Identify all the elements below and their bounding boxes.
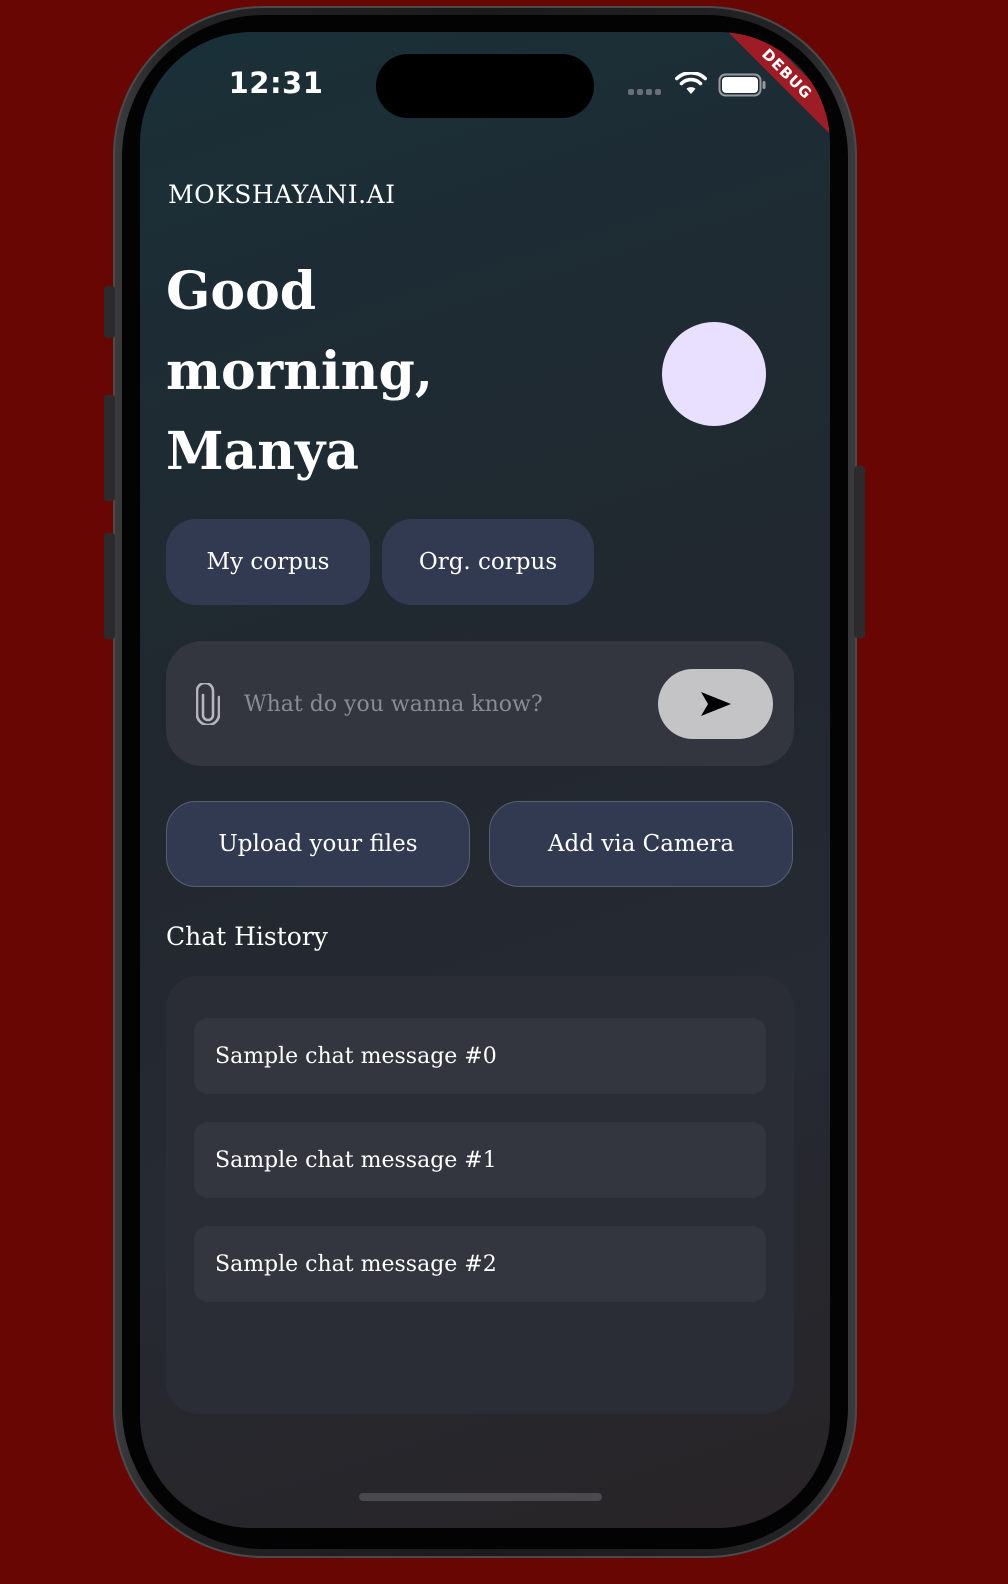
chat-history-title: Chat History <box>166 922 328 951</box>
greeting-line: morning, <box>166 341 433 402</box>
signal-icon <box>628 89 661 95</box>
volume-down-button <box>104 533 115 639</box>
greeting-heading: Good morning, Manya <box>166 252 566 492</box>
volume-up-button <box>104 395 115 501</box>
wifi-icon <box>675 72 707 94</box>
chat-history-item[interactable]: Sample chat message #0 <box>194 1018 766 1094</box>
greeting-line: Good <box>166 261 317 322</box>
app-brand: MOKSHAYANI.AI <box>168 180 396 209</box>
battery-icon <box>718 73 766 97</box>
search-input[interactable] <box>244 684 644 724</box>
add-via-camera-button[interactable]: Add via Camera <box>489 801 793 887</box>
dynamic-island <box>376 54 594 118</box>
send-button[interactable] <box>658 669 773 739</box>
home-indicator[interactable] <box>359 1493 602 1501</box>
paperclip-icon[interactable] <box>196 683 220 725</box>
org-corpus-chip[interactable]: Org. corpus <box>382 519 594 605</box>
chat-history-item[interactable]: Sample chat message #1 <box>194 1122 766 1198</box>
avatar[interactable] <box>662 322 766 426</box>
send-icon <box>700 692 731 716</box>
chat-history-panel: Sample chat message #0 Sample chat messa… <box>166 976 794 1414</box>
action-button <box>104 286 115 338</box>
status-time: 12:31 <box>228 66 324 100</box>
chat-history-item[interactable]: Sample chat message #2 <box>194 1226 766 1302</box>
power-button <box>854 466 865 638</box>
upload-files-button[interactable]: Upload your files <box>166 801 470 887</box>
greeting-line: Manya <box>166 421 359 482</box>
my-corpus-chip[interactable]: My corpus <box>166 519 370 605</box>
app-screen: 12:31 DEBUG MOKSHAYANI.AI Good morning, … <box>140 32 830 1528</box>
